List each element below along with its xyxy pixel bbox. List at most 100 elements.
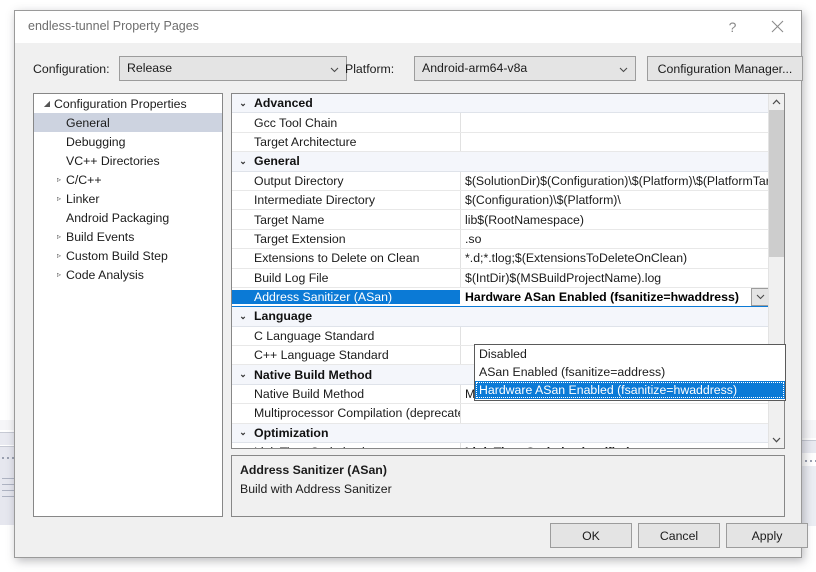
close-glyph (771, 20, 784, 33)
chevron-down-glyph (772, 437, 781, 443)
chevron-up-glyph (772, 99, 781, 105)
grid-column-divider (460, 249, 461, 267)
grid-category-optimization[interactable]: ⌄Optimization (232, 424, 769, 443)
grid-row-target-name[interactable]: Target Namelib$(RootNamespace) (232, 210, 769, 229)
chevron-down-icon[interactable]: ⌄ (232, 369, 254, 380)
tree-item-general[interactable]: General (34, 113, 222, 132)
dropdown-option-asan-enabled-fsanitize-address[interactable]: ASan Enabled (fsanitize=address) (475, 363, 785, 381)
chevron-down-icon[interactable]: ⌄ (232, 311, 254, 322)
scroll-down-icon[interactable] (769, 432, 784, 448)
tree-item-linker[interactable]: ▹Linker (34, 189, 222, 208)
apply-label: Apply (752, 529, 783, 543)
grid-property-name: Output Directory (232, 174, 460, 188)
grid-category-label: General (254, 154, 300, 168)
grid-column-divider (460, 443, 461, 448)
grid-property-name: Gcc Tool Chain (232, 116, 460, 130)
configuration-value: Release (127, 61, 172, 75)
grid-property-name: Multiprocessor Compilation (deprecated) (232, 406, 460, 420)
cancel-label: Cancel (660, 529, 698, 543)
help-glyph: ? (729, 19, 737, 35)
configuration-select[interactable]: Release (119, 56, 347, 81)
grid-column-divider (460, 269, 461, 287)
tree-item-label: Custom Build Step (66, 249, 168, 263)
grid-column-divider (460, 327, 461, 345)
asan-dropdown-list[interactable]: DisabledASan Enabled (fsanitize=address)… (474, 344, 786, 401)
grid-category-label: Advanced (254, 96, 313, 110)
chevron-down-icon[interactable]: ⌄ (232, 98, 254, 109)
grid-category-label: Language (254, 309, 312, 323)
tree-item-label: Build Events (66, 230, 134, 244)
asan-combo-arrow[interactable] (751, 288, 769, 306)
grid-property-name: C++ Language Standard (232, 348, 460, 362)
grid-row-address-sanitizer-asan[interactable]: Address Sanitizer (ASan)Hardware ASan En… (232, 288, 769, 307)
tree-item-configuration-properties[interactable]: ◢Configuration Properties (34, 94, 222, 113)
chevron-down-icon[interactable]: ⌄ (232, 427, 254, 438)
scroll-up-icon[interactable] (769, 94, 784, 110)
cancel-button[interactable]: Cancel (638, 523, 720, 548)
grid-category-language[interactable]: ⌄Language (232, 307, 769, 326)
grid-row-intermediate-directory[interactable]: Intermediate Directory$(Configuration)\$… (232, 191, 769, 210)
grid-row-output-directory[interactable]: Output Directory$(SolutionDir)$(Configur… (232, 172, 769, 191)
dialog-client-area: Configuration: Release Platform: Android… (15, 43, 801, 557)
grid-row-link-time-optimization[interactable]: Link Time OptimizationLink Time Optimiza… (232, 443, 769, 448)
tree-item-c-c[interactable]: ▹C/C++ (34, 170, 222, 189)
dialog-titlebar: endless-tunnel Property Pages ? (15, 11, 801, 43)
close-icon[interactable] (755, 11, 800, 42)
expander-icon[interactable]: ▹ (52, 170, 66, 189)
tree-item-label: Linker (66, 192, 100, 206)
platform-select[interactable]: Android-arm64-v8a (414, 56, 636, 81)
grid-category-general[interactable]: ⌄General (232, 152, 769, 171)
grid-row-extensions-to-delete-on-clean[interactable]: Extensions to Delete on Clean*.d;*.tlog;… (232, 249, 769, 268)
grid-row-target-extension[interactable]: Target Extension.so (232, 230, 769, 249)
grid-property-value[interactable]: Link Time Optimization (flto) (460, 445, 769, 448)
expander-icon[interactable]: ▹ (52, 189, 66, 208)
expander-icon[interactable]: ▹ (52, 246, 66, 265)
dropdown-option-hardware-asan-enabled-fsanitize-hwaddress[interactable]: Hardware ASan Enabled (fsanitize=hwaddre… (475, 381, 785, 399)
grid-property-value[interactable]: .so (460, 232, 769, 246)
tree-item-vc-directories[interactable]: VC++ Directories (34, 151, 222, 170)
grid-column-divider (460, 210, 461, 228)
description-title: Address Sanitizer (ASan) (240, 463, 387, 477)
chevron-down-icon[interactable]: ⌄ (232, 156, 254, 167)
chevron-down-icon (330, 65, 339, 74)
grid-property-name: Native Build Method (232, 387, 460, 401)
tree-item-label: C/C++ (66, 173, 102, 187)
expander-icon[interactable]: ◢ (40, 94, 54, 113)
grid-category-advanced[interactable]: ⌄Advanced (232, 94, 769, 113)
dropdown-option-disabled[interactable]: Disabled (475, 345, 785, 363)
grid-property-value[interactable]: *.d;*.tlog;$(ExtensionsToDeleteOnClean) (460, 251, 769, 265)
expander-icon[interactable]: ▹ (52, 265, 66, 284)
grid-property-value[interactable]: lib$(RootNamespace) (460, 213, 769, 227)
tree-item-label: Configuration Properties (54, 97, 187, 111)
tree-item-custom-build-step[interactable]: ▹Custom Build Step (34, 246, 222, 265)
grid-property-name: C Language Standard (232, 329, 460, 343)
tree-item-build-events[interactable]: ▹Build Events (34, 227, 222, 246)
tree-item-debugging[interactable]: Debugging (34, 132, 222, 151)
grid-property-value[interactable]: $(SolutionDir)$(Configuration)\$(Platfor… (460, 174, 769, 188)
configuration-tree[interactable]: ◢Configuration PropertiesGeneralDebuggin… (33, 93, 223, 517)
grid-row-multiprocessor-compilation-deprecated[interactable]: Multiprocessor Compilation (deprecated) (232, 404, 769, 423)
tree-item-code-analysis[interactable]: ▹Code Analysis (34, 265, 222, 284)
help-icon[interactable]: ? (710, 11, 755, 42)
grid-row-target-architecture[interactable]: Target Architecture (232, 133, 769, 152)
configuration-manager-button[interactable]: Configuration Manager... (647, 56, 803, 81)
grid-row-gcc-tool-chain[interactable]: Gcc Tool Chain (232, 113, 769, 132)
grid-property-value[interactable]: Hardware ASan Enabled (fsanitize=hwaddre… (460, 290, 769, 304)
grid-category-label: Native Build Method (254, 368, 372, 382)
grid-column-divider (460, 133, 461, 151)
grid-column-divider (460, 385, 461, 403)
grid-property-name: Target Extension (232, 232, 460, 246)
tree-item-android-packaging[interactable]: Android Packaging (34, 208, 222, 227)
grid-category-label: Optimization (254, 426, 328, 440)
grid-property-value[interactable]: $(Configuration)\$(Platform)\ (460, 193, 769, 207)
scrollbar-thumb[interactable] (769, 110, 784, 257)
grid-column-divider (460, 113, 461, 131)
grid-row-build-log-file[interactable]: Build Log File$(IntDir)$(MSBuildProjectN… (232, 269, 769, 288)
chevron-down-icon (756, 292, 765, 301)
ok-button[interactable]: OK (550, 523, 632, 548)
expander-icon[interactable]: ▹ (52, 227, 66, 246)
grid-property-value[interactable]: $(IntDir)$(MSBuildProjectName).log (460, 271, 769, 285)
grid-column-divider (460, 191, 461, 209)
apply-button[interactable]: Apply (726, 523, 808, 548)
configuration-label: Configuration: (33, 62, 110, 76)
